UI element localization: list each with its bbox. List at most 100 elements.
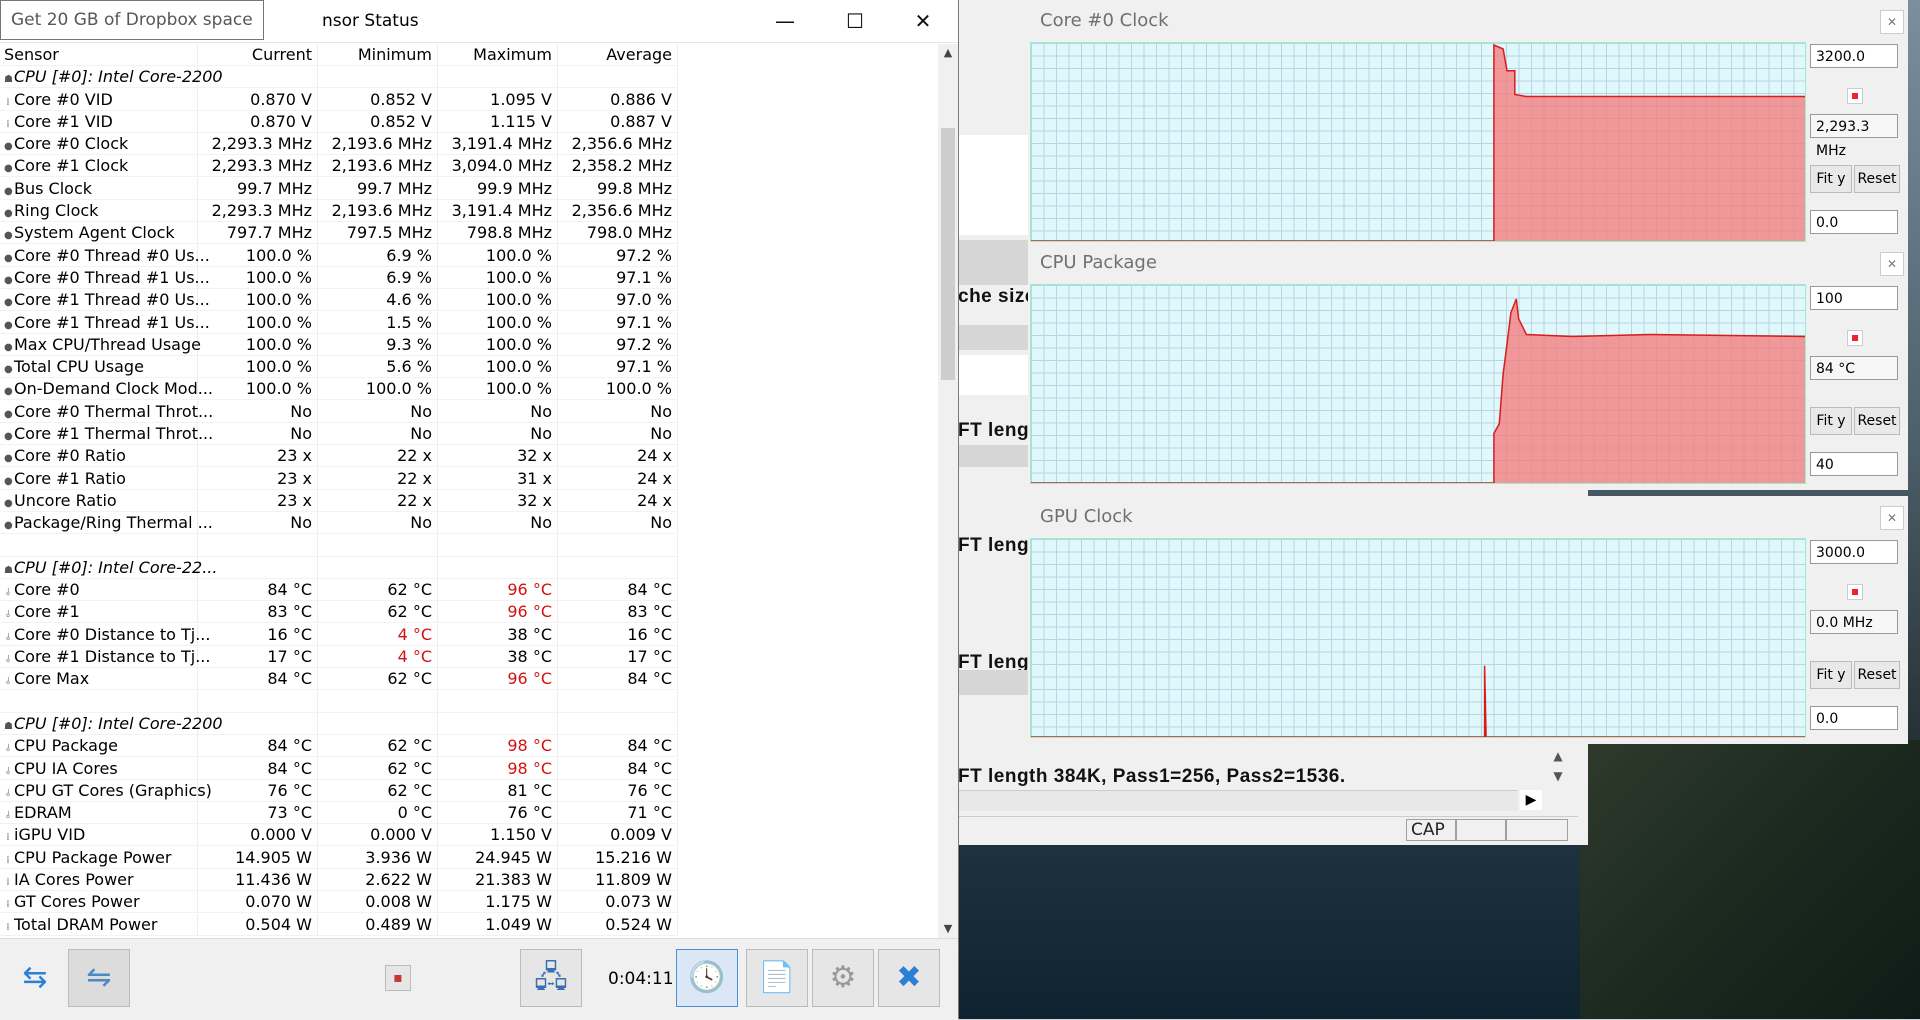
- table-row[interactable]: ●Core #0 Ratio 23 x 22 x 32 x 24 x: [0, 445, 940, 468]
- value-cell-current: 23 x: [198, 445, 318, 468]
- reset-button[interactable]: Reset: [1854, 661, 1900, 689]
- maximize-button[interactable]: ☐: [820, 0, 890, 42]
- graph-window[interactable]: CPU Package ✕ 100 84 °C Fit y Reset 40: [1028, 242, 1908, 490]
- scrollbar-thumb[interactable]: [941, 128, 955, 380]
- sensor-group-row[interactable]: ☗CPU [#0]: Intel Core-2200: [0, 66, 940, 89]
- sensor-name-cell: ⫰ EDRAM: [0, 802, 198, 825]
- sensor-table[interactable]: Sensor Current Minimum Maximum Average ☗…: [0, 44, 940, 938]
- value-cell-minimum: [318, 66, 438, 89]
- table-row[interactable]: ●System Agent Clock 797.7 MHz 797.5 MHz 798…: [0, 222, 940, 245]
- minimize-button[interactable]: —: [750, 0, 820, 42]
- table-row[interactable]: ⫰ Core #1 83 °C 62 °C 96 °C 83 °C: [0, 601, 940, 624]
- exit-x-icon[interactable]: ✖: [878, 949, 940, 1007]
- table-row[interactable]: ⁞ IA Cores Power 11.436 W 2.622 W 21.383 W 11…: [0, 868, 940, 891]
- scroll-down-icon[interactable]: ▼: [938, 920, 958, 938]
- console-scroll-right-button[interactable]: ▶: [1520, 790, 1542, 810]
- table-row[interactable]: ●Uncore Ratio 23 x 22 x 32 x 24 x: [0, 489, 940, 512]
- value-cell-current: No: [198, 512, 318, 535]
- table-row[interactable]: ●Core #1 Thread #1 Us... 100.0 % 1.5 % 100.…: [0, 311, 940, 334]
- value-cell-average: 16 °C: [558, 623, 678, 646]
- table-row[interactable]: ⁞ iGPU VID 0.000 V 0.000 V 1.150 V 0.009 V: [0, 824, 940, 847]
- table-row[interactable]: ⫰ CPU IA Cores 84 °C 62 °C 98 °C 84 °C: [0, 757, 940, 780]
- table-row[interactable]: ●Max CPU/Thread Usage 100.0 % 9.3 % 100.0 %…: [0, 333, 940, 356]
- table-row[interactable]: ⁞ Core #0 VID 0.870 V 0.852 V 1.095 V 0.886 V: [0, 88, 940, 111]
- table-row[interactable]: ⁞ GT Cores Power 0.070 W 0.008 W 1.175 W 0.07…: [0, 891, 940, 914]
- reset-button[interactable]: Reset: [1854, 407, 1900, 435]
- graph-max-input[interactable]: 3000.0: [1810, 540, 1898, 564]
- fit-y-button[interactable]: Fit y: [1810, 661, 1852, 689]
- table-row[interactable]: ●Core #0 Thread #1 Us... 100.0 % 6.9 % 100.…: [0, 266, 940, 289]
- graph-min-input[interactable]: 40: [1810, 452, 1898, 476]
- graph-min-input[interactable]: 0.0: [1810, 210, 1898, 234]
- graph-window[interactable]: Core #0 Clock ✕ 3200.0 2,293.3 MHz Fit y Rese…: [1028, 0, 1908, 248]
- table-row[interactable]: ⁞ Core #1 VID 0.870 V 0.852 V 1.115 V 0.887 V: [0, 110, 940, 133]
- table-row[interactable]: ●Core #1 Thread #0 Us... 100.0 % 4.6 % 100.…: [0, 289, 940, 312]
- small-marker-button[interactable]: ▪: [385, 965, 411, 991]
- settings-gear-icon[interactable]: ⚙: [812, 949, 874, 1007]
- column-header-minimum[interactable]: Minimum: [318, 44, 438, 66]
- close-button[interactable]: ✕: [888, 0, 958, 42]
- column-header-maximum[interactable]: Maximum: [438, 44, 558, 66]
- table-row[interactable]: ●Core #1 Clock 2,293.3 MHz 2,193.6 MHz 3,09…: [0, 155, 940, 178]
- graph-max-input[interactable]: 3200.0: [1810, 44, 1898, 68]
- table-row[interactable]: ●Core #0 Clock 2,293.3 MHz 2,193.6 MHz 3,19…: [0, 133, 940, 156]
- record-indicator-icon[interactable]: [1847, 330, 1863, 346]
- table-row[interactable]: ●Ring Clock 2,293.3 MHz 2,193.6 MHz 3,191.4…: [0, 200, 940, 223]
- table-row[interactable]: ⫰ CPU Package 84 °C 62 °C 98 °C 84 °C: [0, 735, 940, 758]
- graph-min-input[interactable]: 0.0: [1810, 706, 1898, 730]
- graph-close-icon[interactable]: ✕: [1880, 252, 1904, 276]
- table-row[interactable]: ⫰ EDRAM 73 °C 0 °C 76 °C 71 °C: [0, 802, 940, 825]
- fit-y-button[interactable]: Fit y: [1810, 407, 1852, 435]
- graph-close-icon[interactable]: ✕: [1880, 10, 1904, 34]
- console-vertical-scrollbar[interactable]: ▲ ▼: [1548, 746, 1568, 790]
- column-header-average[interactable]: Average: [558, 44, 678, 66]
- graph-close-icon[interactable]: ✕: [1880, 506, 1904, 530]
- collapse-arrows-icon[interactable]: ⇋: [68, 949, 130, 1007]
- table-row[interactable]: ●Core #1 Thermal Throt... No No No No: [0, 423, 940, 446]
- sensor-group-row[interactable]: ☗CPU [#0]: Intel Core-2200: [0, 712, 940, 735]
- graph-max-input[interactable]: 100: [1810, 286, 1898, 310]
- table-row[interactable]: ⫰ CPU GT Cores (Graphics) 76 °C 62 °C 81 °C 7…: [0, 779, 940, 802]
- console-horizontal-scrollbar[interactable]: [958, 790, 1518, 811]
- add-report-icon[interactable]: 📄: [746, 949, 808, 1007]
- table-row[interactable]: ⁞ Total DRAM Power 0.504 W 0.489 W 1.049 W 0.…: [0, 913, 940, 936]
- title-bar[interactable]: nsor Status Get 20 GB of Dropbox space —…: [0, 0, 958, 43]
- table-row[interactable]: ⫰ Core #0 84 °C 62 °C 96 °C 84 °C: [0, 579, 940, 602]
- sensor-status-window[interactable]: nsor Status Get 20 GB of Dropbox space —…: [0, 0, 959, 1020]
- table-row[interactable]: [0, 534, 940, 557]
- network-computers-icon[interactable]: 🖧: [520, 949, 582, 1007]
- table-row[interactable]: ⫰ Core #1 Distance to Tj... 17 °C 4 °C 38 °C…: [0, 646, 940, 669]
- sensor-name-cell: ⁞ IA Cores Power: [0, 868, 198, 891]
- column-header-sensor[interactable]: Sensor: [0, 44, 198, 66]
- table-row[interactable]: ●Bus Clock 99.7 MHz 99.7 MHz 99.9 MHz 99.8 M…: [0, 177, 940, 200]
- table-row[interactable]: [0, 690, 940, 713]
- reset-button[interactable]: Reset: [1854, 165, 1900, 193]
- value-cell-minimum: [318, 690, 438, 713]
- value-cell-current: [198, 556, 318, 579]
- value-cell-current: 76 °C: [198, 779, 318, 802]
- sensor-group-row[interactable]: ☗CPU [#0]: Intel Core-22...: [0, 556, 940, 579]
- graph-title: GPU Clock: [1040, 506, 1133, 527]
- table-row[interactable]: ●Core #0 Thermal Throt... No No No No: [0, 400, 940, 423]
- table-row[interactable]: ●Core #1 Ratio 23 x 22 x 31 x 24 x: [0, 467, 940, 490]
- table-row[interactable]: ●On-Demand Clock Mod... 100.0 % 100.0 % 100…: [0, 378, 940, 401]
- scroll-up-icon[interactable]: ▲: [938, 44, 958, 62]
- console-line: FT leng: [958, 420, 1030, 441]
- table-row[interactable]: ●Core #0 Thread #0 Us... 100.0 % 6.9 % 100.…: [0, 244, 940, 267]
- record-indicator-icon[interactable]: [1847, 584, 1863, 600]
- record-indicator-icon[interactable]: [1847, 88, 1863, 104]
- clock-icon[interactable]: 🕓: [676, 949, 738, 1007]
- graph-window[interactable]: GPU Clock ✕ 3000.0 0.0 MHz Fit y Reset 0.0: [1028, 496, 1908, 744]
- table-row[interactable]: ⫰ Core Max 84 °C 62 °C 96 °C 84 °C: [0, 668, 940, 691]
- table-row[interactable]: ●Total CPU Usage 100.0 % 5.6 % 100.0 % 97.1 …: [0, 356, 940, 379]
- value-cell-current: 2,293.3 MHz: [198, 133, 318, 156]
- value-cell-minimum: 9.3 %: [318, 333, 438, 356]
- table-row[interactable]: ⫰ Core #0 Distance to Tj... 16 °C 4 °C 38 °C…: [0, 623, 940, 646]
- fit-y-button[interactable]: Fit y: [1810, 165, 1852, 193]
- table-row[interactable]: ⁞ CPU Package Power 14.905 W 3.936 W 24.945 …: [0, 846, 940, 869]
- column-header-current[interactable]: Current: [198, 44, 318, 66]
- table-vertical-scrollbar[interactable]: ▲ ▼: [938, 44, 958, 938]
- table-row[interactable]: ●Package/Ring Thermal ... No No No No: [0, 512, 940, 535]
- navigate-arrows-icon[interactable]: ⇆: [4, 949, 66, 1007]
- sensor-name: CPU GT Cores (Graphics): [14, 780, 212, 800]
